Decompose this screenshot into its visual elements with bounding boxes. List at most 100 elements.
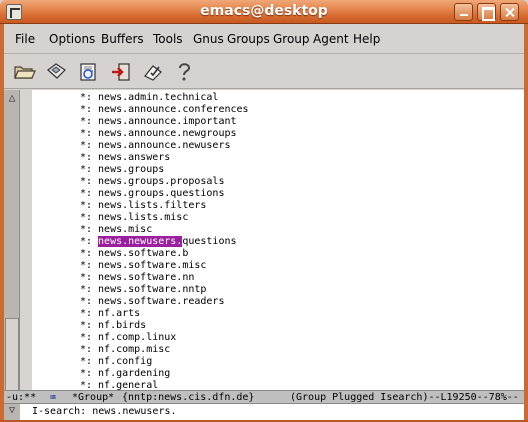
group-name: nf.comp.linux	[98, 332, 177, 343]
menu-buffers[interactable]: Buffers	[101, 32, 144, 46]
group-mark: *:	[79, 248, 92, 259]
group-line[interactable]: *: news.admin.technical	[32, 92, 219, 104]
group-line[interactable]: *: news.software.misc	[32, 260, 206, 272]
mode-line-buffer-name[interactable]: *Group*	[72, 392, 114, 404]
group-name: nf.comp.misc	[98, 344, 171, 355]
group-line[interactable]: *: nf.comp.linux	[32, 332, 176, 344]
group-mark: *:	[79, 296, 92, 307]
group-line[interactable]: *: news.lists.misc	[32, 212, 188, 224]
help-icon[interactable]	[170, 58, 198, 86]
group-mark: *:	[79, 188, 92, 199]
group-line[interactable]: *: news.software.b	[32, 248, 188, 260]
group-line[interactable]: *: nf.birds	[32, 320, 146, 332]
group-mark: *:	[79, 152, 92, 163]
tool-bar	[4, 55, 524, 89]
group-mark: *:	[79, 212, 92, 223]
group-mark: *:	[79, 140, 92, 151]
menu-bar: File Options Buffers Tools Gnus Groups G…	[4, 24, 524, 54]
group-line[interactable]: *: news.software.readers	[32, 296, 225, 308]
group-line[interactable]: *: news.announce.newgroups	[32, 128, 237, 140]
refresh-icon[interactable]	[74, 58, 102, 86]
group-mark: *:	[79, 308, 92, 319]
menu-groups[interactable]: Groups	[227, 32, 270, 46]
group-line[interactable]: *: news.announce.important	[32, 116, 237, 128]
minibuffer-fringe-icon: ▽	[4, 404, 20, 420]
group-list: *: news.admin.technical *: news.announce.…	[32, 92, 522, 391]
group-line[interactable]: *: news.groups.questions	[32, 188, 225, 200]
group-mark: *:	[79, 224, 92, 235]
group-mark: *:	[79, 272, 92, 283]
menu-file[interactable]: File	[15, 32, 35, 46]
group-line[interactable]: *: nf.arts	[32, 308, 140, 320]
group-name: news.groups.proposals	[98, 176, 225, 187]
group-name: news.lists.misc	[98, 212, 189, 223]
group-name: news.software.b	[98, 248, 189, 259]
group-name: news.software.nntp	[98, 284, 207, 295]
group-line[interactable]: *: nf.config	[32, 356, 152, 368]
group-line[interactable]: *: nf.comp.misc	[32, 344, 170, 356]
group-name: nf.config	[98, 356, 153, 367]
group-name: news.software.readers	[98, 296, 225, 307]
menu-help[interactable]: Help	[353, 32, 380, 46]
group-line[interactable]: *: news.groups	[32, 164, 164, 176]
group-name: news.misc	[98, 224, 153, 235]
group-name: news.software.misc	[98, 260, 207, 271]
group-line[interactable]: *: news.misc	[32, 224, 152, 236]
menu-group[interactable]: Group	[273, 32, 310, 46]
group-line[interactable]: *: news.announce.conferences	[32, 104, 249, 116]
group-line[interactable]: *: news.groups.proposals	[32, 176, 225, 188]
group-line[interactable]: *: news.lists.filters	[32, 200, 206, 212]
isearch-prompt-line: I-search: news.newusers.	[32, 405, 177, 419]
group-name: news.groups	[98, 164, 165, 175]
isearch-prompt: I-search:	[32, 406, 93, 417]
group-line[interactable]: *: news.software.nntp	[32, 284, 206, 296]
maximize-button[interactable]	[477, 3, 496, 21]
group-line[interactable]: *: news.newusers.questions	[32, 236, 237, 248]
group-mark: *:	[79, 260, 92, 271]
group-mark: *:	[79, 332, 92, 343]
group-mark: *:	[79, 176, 92, 187]
mode-line-server: {nntp:news.cis.dfn.de}	[122, 392, 255, 403]
menu-tools[interactable]: Tools	[153, 32, 183, 46]
save-disk-icon[interactable]	[42, 58, 70, 86]
group-mark: *:	[79, 116, 92, 127]
group-name: news.software.nn	[98, 272, 195, 283]
group-name: nf.birds	[98, 320, 147, 331]
group-line[interactable]: *: news.answers	[32, 152, 170, 164]
group-mark: *:	[79, 356, 92, 367]
isearch-match-highlight: news.newusers.	[98, 236, 183, 247]
mode-line[interactable]: -u:** ≔ *Group* {nntp:news.cis.dfn.de} (…	[4, 390, 524, 404]
menu-options[interactable]: Options	[49, 32, 95, 46]
group-name: news.groups.questions	[98, 188, 225, 199]
group-mark: *:	[79, 200, 92, 211]
minibuffer[interactable]: ▽ I-search: news.newusers.	[4, 404, 524, 420]
group-mark: *:	[79, 320, 92, 331]
window-frame-right	[524, 24, 528, 422]
group-mark: *:	[79, 128, 92, 139]
group-name: news.lists.filters	[98, 200, 207, 211]
group-line[interactable]: *: nf.gardening	[32, 368, 170, 380]
isearch-query[interactable]: news.newusers.	[92, 406, 176, 417]
group-name-rest: questions	[182, 236, 237, 247]
minimize-button[interactable]	[454, 3, 473, 21]
group-name: news.announce.important	[98, 116, 237, 127]
group-name: news.admin.technical	[98, 92, 219, 103]
group-line[interactable]: *: news.software.nn	[32, 272, 194, 284]
mode-line-modes: (Group Plugged Isearch)--L19250--78%--	[290, 392, 519, 403]
menu-agent[interactable]: Agent	[313, 32, 349, 46]
edit-check-icon[interactable]	[139, 58, 167, 86]
close-button[interactable]	[500, 3, 519, 21]
group-name: news.answers	[98, 152, 171, 163]
group-line[interactable]: *: news.announce.newusers	[32, 140, 231, 152]
group-mark: *:	[79, 368, 92, 379]
exit-icon[interactable]	[107, 58, 135, 86]
group-mark: *:	[79, 104, 92, 115]
menu-gnus[interactable]: Gnus	[193, 32, 224, 46]
group-name: news.announce.newusers	[98, 140, 231, 151]
open-folder-icon[interactable]	[10, 58, 38, 86]
vertical-scrollbar[interactable]: △	[4, 90, 20, 418]
group-mark: *:	[79, 284, 92, 295]
group-mark: *:	[79, 92, 92, 103]
group-mark: *:	[79, 344, 92, 355]
title-bar[interactable]: emacs@desktop	[0, 0, 528, 24]
